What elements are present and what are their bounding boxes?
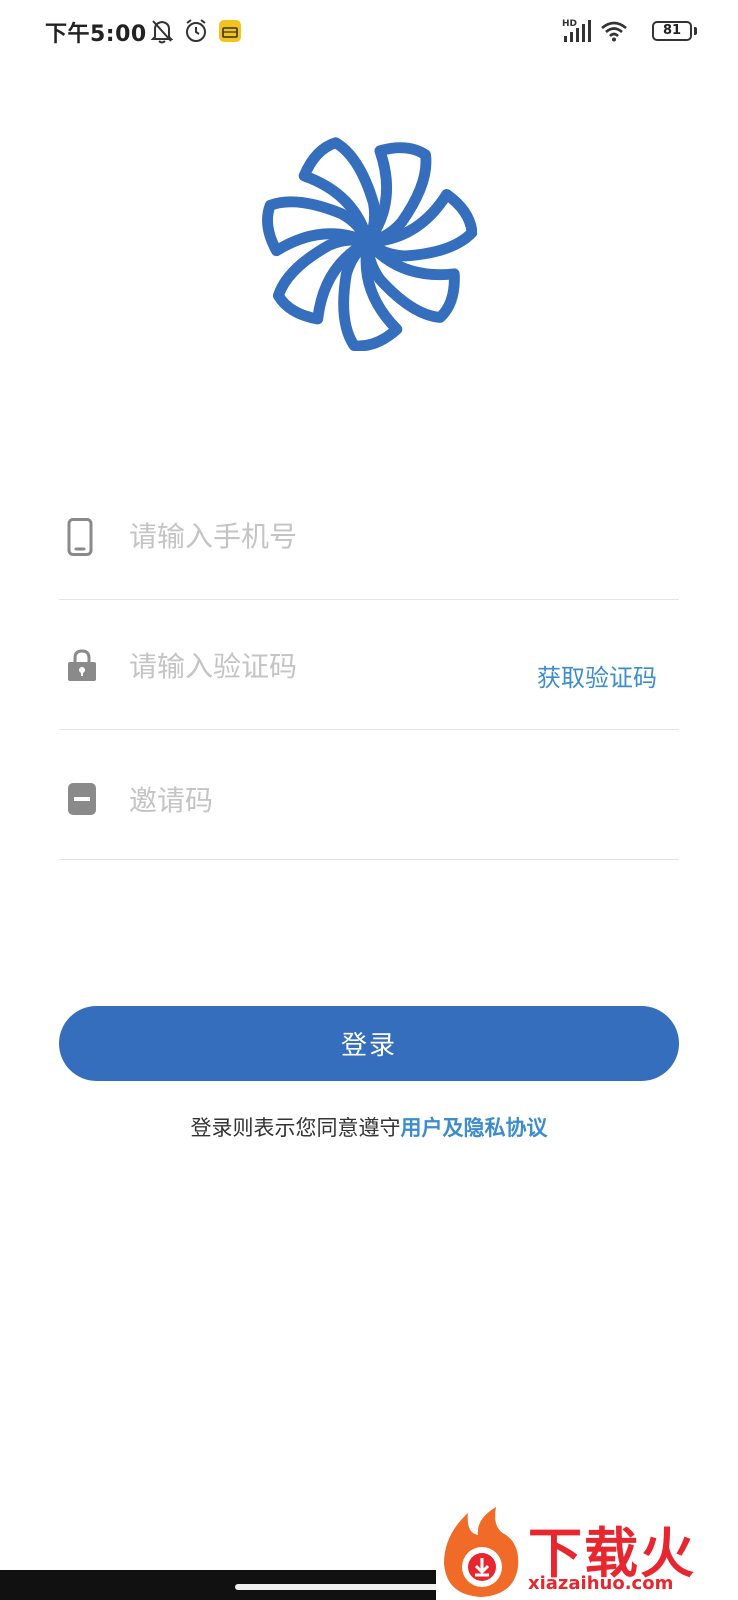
status-time: 下午5:00 bbox=[45, 22, 147, 47]
verification-code-field: 获取验证码 bbox=[59, 600, 679, 730]
status-bar: 下午5:00 HD 81 bbox=[0, 0, 738, 66]
battery-icon: 81 bbox=[652, 21, 692, 41]
watermark-url: xiazaihuo.com bbox=[528, 1573, 674, 1594]
get-code-button[interactable]: 获取验证码 bbox=[537, 658, 657, 693]
invite-code-field bbox=[59, 730, 679, 860]
pinwheel-logo-icon bbox=[262, 137, 477, 351]
battery-level: 81 bbox=[662, 23, 682, 38]
signal-icon: HD bbox=[562, 19, 591, 42]
flame-logo-icon bbox=[444, 1507, 519, 1597]
svg-text:HD: HD bbox=[562, 19, 577, 29]
watermark: 下载火 xiazaihuo.com bbox=[436, 1505, 738, 1600]
invite-code-icon bbox=[68, 783, 96, 815]
privacy-agreement-link[interactable]: 用户及隐私协议 bbox=[401, 1116, 548, 1140]
invite-code-input[interactable] bbox=[129, 780, 629, 820]
agreement-prefix: 登录则表示您同意遵守 bbox=[190, 1116, 401, 1140]
invite-divider bbox=[59, 859, 679, 860]
phone-icon bbox=[67, 518, 93, 556]
agreement-text: 登录则表示您同意遵守用户及隐私协议 bbox=[0, 1112, 738, 1142]
phone-field bbox=[59, 470, 679, 600]
phone-input[interactable] bbox=[129, 516, 629, 556]
battery-tip bbox=[694, 27, 697, 35]
lock-icon bbox=[68, 649, 96, 681]
bell-off-icon bbox=[150, 20, 174, 44]
verification-code-input[interactable] bbox=[129, 646, 489, 686]
alarm-icon bbox=[186, 19, 206, 42]
login-button[interactable]: 登录 bbox=[59, 1006, 679, 1081]
wifi-icon bbox=[601, 21, 627, 42]
app-notification-icon bbox=[219, 20, 241, 42]
